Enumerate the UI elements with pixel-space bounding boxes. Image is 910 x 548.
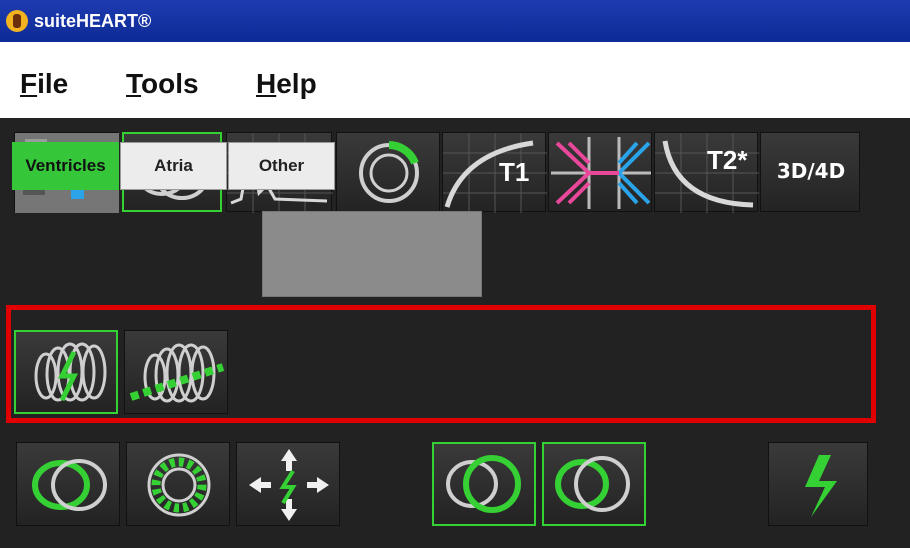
t2-label: T2*: [707, 145, 748, 175]
title-bar: suiteHEART®: [0, 0, 910, 42]
lv-epicardial-button[interactable]: [432, 442, 536, 526]
highlight-box: [6, 305, 876, 423]
lightning-bolt-icon: [805, 455, 837, 517]
menu-help-label: elp: [276, 68, 317, 99]
myocardial-contour-button[interactable]: [126, 442, 230, 526]
menu-file-accelerator: F: [20, 68, 38, 99]
app-title: suiteHEART®: [34, 11, 152, 31]
menu-tools-accelerator: T: [126, 68, 142, 99]
myocardial-contour-icon: [147, 453, 211, 517]
move-contour-button[interactable]: [236, 442, 340, 526]
myocardial-evaluation-button[interactable]: [336, 132, 440, 212]
3d-4d-button[interactable]: 3D/4D: [760, 132, 860, 212]
t2-mapping-icon: T2*: [655, 133, 759, 213]
menu-tools[interactable]: Tools: [126, 68, 199, 100]
app-logo-icon: [6, 10, 28, 32]
t2-mapping-button[interactable]: T2*: [654, 132, 759, 213]
myocardial-evaluation-icon: [359, 141, 419, 203]
tab-atria[interactable]: Atria: [120, 142, 227, 190]
menu-file-label: ile: [37, 68, 69, 99]
rv-endocardial-button[interactable]: [542, 442, 646, 526]
image-preview: [262, 211, 482, 297]
tab-other[interactable]: Other: [228, 142, 335, 190]
t1-label: T1: [499, 157, 529, 187]
auto-propagate-button[interactable]: [768, 442, 868, 526]
menu-help[interactable]: Help: [256, 68, 317, 100]
menu-bar: File Tools Help: [0, 42, 910, 118]
lv-epicardial-icon: [446, 455, 521, 513]
myocardial-perfusion-button[interactable]: [548, 132, 652, 212]
endocardial-tool-button[interactable]: [16, 442, 120, 526]
3d-4d-label: 3D/4D: [776, 159, 846, 183]
menu-help-accelerator: H: [256, 68, 277, 99]
endocardial-contour-icon: [32, 459, 107, 511]
rv-endocardial-icon: [555, 456, 630, 512]
t1-mapping-icon: T1: [443, 133, 547, 213]
tab-ventricles[interactable]: Ventricles: [12, 142, 119, 190]
myocardial-perfusion-icon: [551, 137, 651, 209]
menu-file[interactable]: File: [20, 68, 68, 100]
menu-tools-label: ools: [141, 68, 199, 99]
move-arrows-icon: [249, 449, 329, 521]
t1-mapping-button[interactable]: T1: [442, 132, 547, 213]
